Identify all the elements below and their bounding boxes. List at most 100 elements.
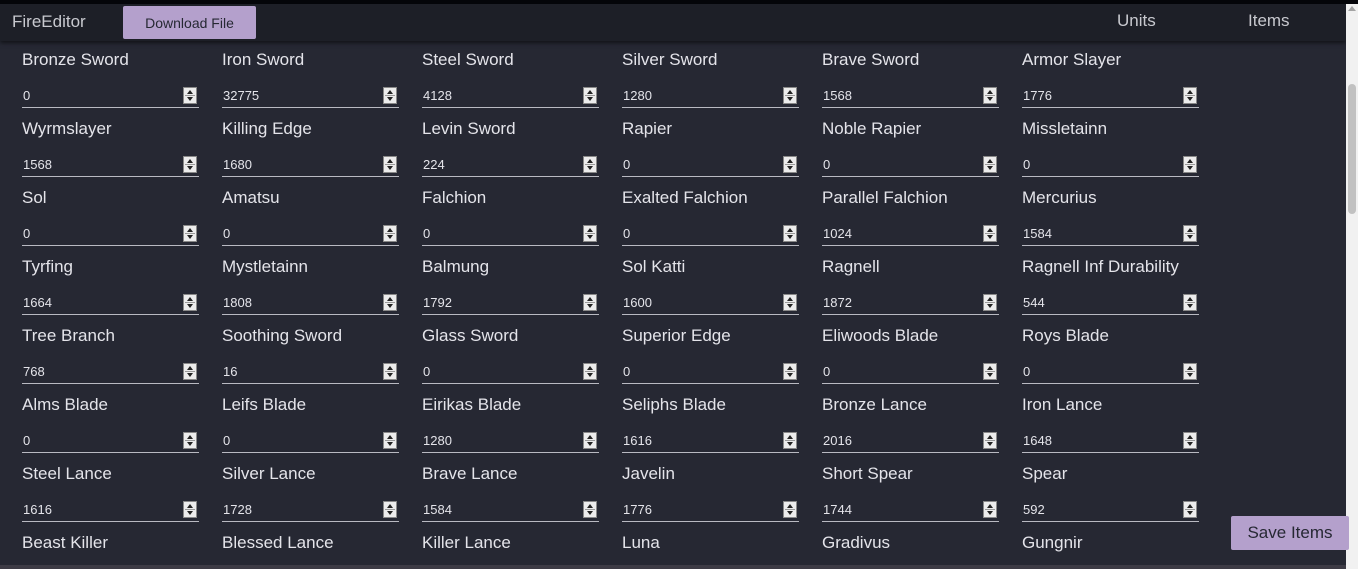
number-spinner[interactable] (1183, 87, 1197, 104)
item-number-input[interactable]: 1680 (222, 156, 399, 177)
number-spinner[interactable] (983, 432, 997, 449)
item-number-input[interactable]: 0 (622, 156, 799, 177)
number-spinner[interactable] (583, 501, 597, 518)
item-value[interactable]: 1776 (623, 502, 652, 517)
item-number-input[interactable]: 1792 (422, 294, 599, 315)
item-value[interactable]: 1024 (823, 226, 852, 241)
number-spinner[interactable] (583, 294, 597, 311)
number-spinner[interactable] (583, 156, 597, 173)
spinner-down-icon[interactable] (1187, 511, 1193, 515)
spinner-up-icon[interactable] (187, 228, 193, 232)
spinner-down-icon[interactable] (187, 166, 193, 170)
spinner-up-icon[interactable] (787, 504, 793, 508)
spinner-down-icon[interactable] (587, 235, 593, 239)
spinner-up-icon[interactable] (187, 435, 193, 439)
spinner-down-icon[interactable] (787, 166, 793, 170)
spinner-up-icon[interactable] (587, 297, 593, 301)
number-spinner[interactable] (783, 363, 797, 380)
app-brand[interactable]: FireEditor (12, 12, 86, 32)
item-number-input[interactable]: 1616 (622, 432, 799, 453)
spinner-down-icon[interactable] (987, 373, 993, 377)
spinner-down-icon[interactable] (787, 97, 793, 101)
spinner-up-icon[interactable] (787, 366, 793, 370)
spinner-up-icon[interactable] (1187, 228, 1193, 232)
item-number-input[interactable]: 1568 (822, 87, 999, 108)
number-spinner[interactable] (783, 294, 797, 311)
spinner-up-icon[interactable] (587, 90, 593, 94)
spinner-down-icon[interactable] (187, 511, 193, 515)
spinner-down-icon[interactable] (987, 304, 993, 308)
item-value[interactable]: 1600 (623, 295, 652, 310)
item-value[interactable]: 0 (423, 364, 430, 379)
item-value[interactable]: 0 (23, 88, 30, 103)
spinner-down-icon[interactable] (187, 97, 193, 101)
item-number-input[interactable]: 1648 (1022, 432, 1199, 453)
item-number-input[interactable]: 1744 (822, 501, 999, 522)
spinner-up-icon[interactable] (987, 366, 993, 370)
spinner-down-icon[interactable] (387, 235, 393, 239)
item-number-input[interactable]: 592 (1022, 501, 1199, 522)
number-spinner[interactable] (1183, 294, 1197, 311)
item-number-input[interactable]: 0 (622, 225, 799, 246)
item-value[interactable]: 1776 (1023, 88, 1052, 103)
spinner-up-icon[interactable] (187, 159, 193, 163)
item-value[interactable]: 0 (23, 433, 30, 448)
item-value[interactable]: 0 (423, 226, 430, 241)
number-spinner[interactable] (583, 432, 597, 449)
item-value[interactable]: 0 (623, 226, 630, 241)
spinner-up-icon[interactable] (387, 297, 393, 301)
item-number-input[interactable]: 1776 (622, 501, 799, 522)
spinner-down-icon[interactable] (187, 304, 193, 308)
spinner-up-icon[interactable] (387, 435, 393, 439)
item-number-input[interactable]: 1872 (822, 294, 999, 315)
item-number-input[interactable]: 4128 (422, 87, 599, 108)
number-spinner[interactable] (983, 225, 997, 242)
spinner-down-icon[interactable] (787, 511, 793, 515)
spinner-down-icon[interactable] (987, 166, 993, 170)
item-number-input[interactable]: 1280 (422, 432, 599, 453)
spinner-down-icon[interactable] (387, 373, 393, 377)
item-value[interactable]: 1280 (623, 88, 652, 103)
item-number-input[interactable]: 0 (22, 225, 199, 246)
number-spinner[interactable] (983, 363, 997, 380)
download-file-button[interactable]: Download File (123, 6, 256, 39)
item-value[interactable]: 4128 (423, 88, 452, 103)
spinner-up-icon[interactable] (987, 90, 993, 94)
spinner-down-icon[interactable] (1187, 373, 1193, 377)
item-number-input[interactable]: 0 (222, 225, 399, 246)
number-spinner[interactable] (383, 294, 397, 311)
number-spinner[interactable] (383, 501, 397, 518)
number-spinner[interactable] (383, 363, 397, 380)
item-value[interactable]: 1872 (823, 295, 852, 310)
item-number-input[interactable]: 32775 (222, 87, 399, 108)
spinner-up-icon[interactable] (1187, 90, 1193, 94)
number-spinner[interactable] (783, 87, 797, 104)
item-number-input[interactable]: 1024 (822, 225, 999, 246)
nav-link-items[interactable]: Items (1248, 11, 1290, 31)
item-number-input[interactable]: 1616 (22, 501, 199, 522)
item-number-input[interactable]: 0 (822, 363, 999, 384)
spinner-up-icon[interactable] (187, 366, 193, 370)
number-spinner[interactable] (183, 87, 197, 104)
spinner-up-icon[interactable] (587, 159, 593, 163)
item-number-input[interactable]: 0 (22, 87, 199, 108)
item-value[interactable]: 1664 (23, 295, 52, 310)
item-value[interactable]: 1792 (423, 295, 452, 310)
item-number-input[interactable]: 768 (22, 363, 199, 384)
number-spinner[interactable] (183, 363, 197, 380)
spinner-down-icon[interactable] (187, 373, 193, 377)
spinner-up-icon[interactable] (387, 504, 393, 508)
item-number-input[interactable]: 16 (222, 363, 399, 384)
item-value[interactable]: 16 (223, 364, 237, 379)
item-number-input[interactable]: 1568 (22, 156, 199, 177)
item-number-input[interactable]: 1776 (1022, 87, 1199, 108)
number-spinner[interactable] (1183, 501, 1197, 518)
item-value[interactable]: 1568 (23, 157, 52, 172)
spinner-up-icon[interactable] (1187, 435, 1193, 439)
item-number-input[interactable]: 1600 (622, 294, 799, 315)
item-value[interactable]: 0 (23, 226, 30, 241)
spinner-down-icon[interactable] (587, 97, 593, 101)
spinner-up-icon[interactable] (187, 90, 193, 94)
item-number-input[interactable]: 1584 (422, 501, 599, 522)
page-scrollbar[interactable] (1346, 4, 1358, 569)
